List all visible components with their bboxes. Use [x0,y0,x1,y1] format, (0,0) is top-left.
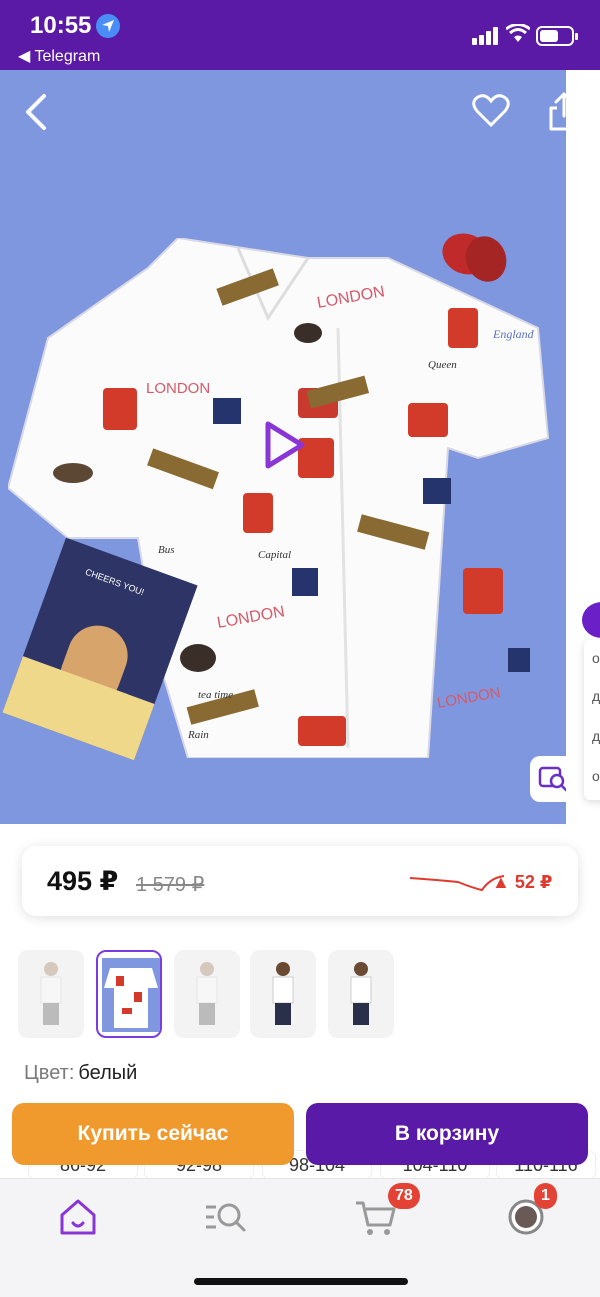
current-price: 495 ₽ [47,866,119,896]
back-to-telegram-link[interactable]: ◀ Telegram [18,46,100,66]
location-icon [96,14,120,38]
side-panel-text: о [592,650,600,666]
price-card[interactable]: 495 ₽ 1 579 ₽ ▲ 52 ₽ [22,846,578,916]
status-bar: 10:55 ◀ Telegram [0,0,600,70]
thumbnail[interactable] [328,950,394,1038]
color-label: Цвет: [24,1062,75,1084]
thumbnail[interactable] [250,950,316,1038]
cart-badge: 78 [388,1183,420,1209]
color-row: Цвет: белый [24,1062,137,1085]
shirt-label: England [492,327,535,341]
cellular-signal-icon [472,27,498,45]
catalog-search-icon[interactable] [204,1197,248,1237]
battery-icon [536,26,578,46]
wifi-icon [506,24,530,42]
side-panel-text: о [592,768,600,784]
side-panel-text: д [592,728,600,744]
shirt-label: Capital [258,549,291,561]
add-to-cart-button[interactable]: В корзину [306,1103,588,1165]
thumbnail-selected[interactable] [96,950,162,1038]
old-price: 1 579 ₽ [136,874,205,896]
side-panel-card: о д д о [584,640,600,800]
shirt-label: LONDON [436,684,502,712]
back-icon[interactable] [22,92,52,132]
price-change: ▲ 52 ₽ [492,872,553,892]
thumbnail[interactable] [174,950,240,1038]
card-text: CHEERS YOU! [83,566,146,598]
home-indicator [194,1278,408,1285]
color-value: белый [78,1062,138,1084]
play-video-icon[interactable] [262,420,308,470]
heart-icon[interactable] [472,94,510,128]
shirt-label: Queen [428,359,457,371]
thumbnail[interactable] [18,950,84,1038]
status-time: 10:55 [30,12,92,39]
shirt-label: LONDON [146,380,210,397]
shirt-label: Rain [187,729,209,741]
home-icon[interactable] [56,1197,100,1237]
profile-badge: 1 [534,1183,557,1209]
shirt-label: tea time [198,689,233,701]
buy-now-button[interactable]: Купить сейчас [12,1103,294,1165]
side-panel-text: д [592,688,600,704]
shirt-label: Bus [158,544,175,556]
